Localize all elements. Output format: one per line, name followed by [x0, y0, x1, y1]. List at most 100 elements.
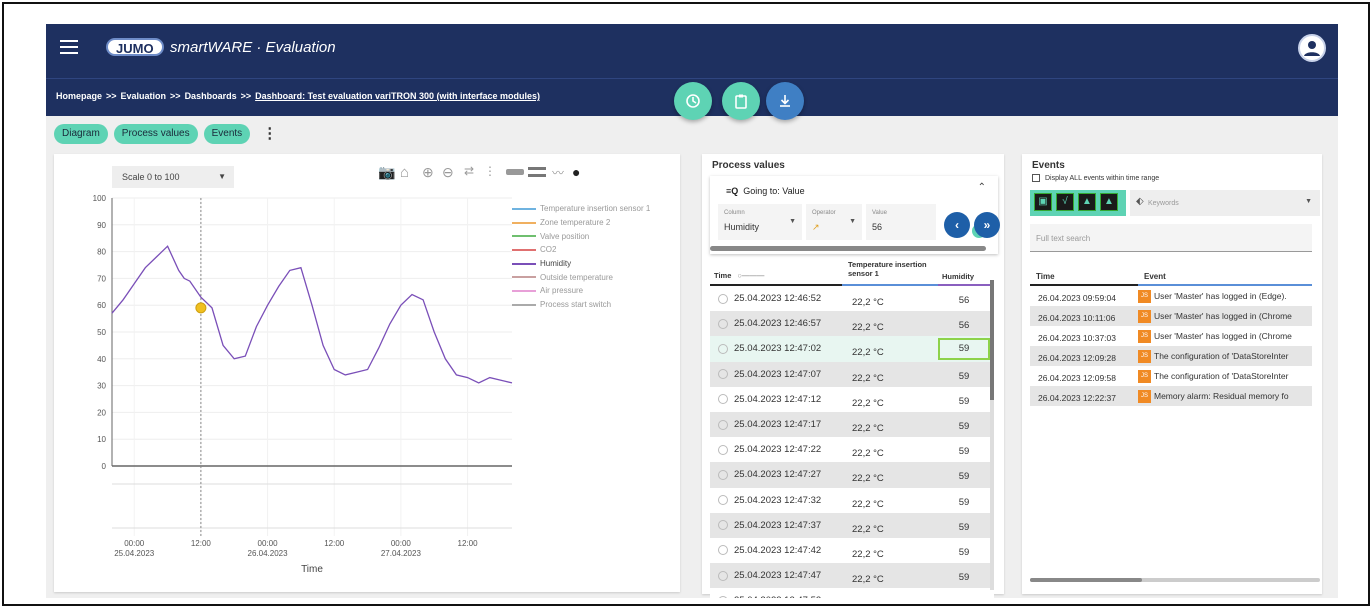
- scrollbar-thumb[interactable]: [1030, 578, 1142, 582]
- system-event-filter-icon[interactable]: ▣: [1034, 193, 1052, 211]
- legend-swatch: [512, 207, 536, 210]
- location-pin-icon[interactable]: [718, 545, 728, 556]
- tab-diagram[interactable]: Diagram: [54, 124, 108, 144]
- table-row[interactable]: 25.04.2023 12:47:27 22,2 °C 59: [710, 462, 994, 488]
- tab-events[interactable]: Events: [203, 124, 251, 144]
- table-body: 26.04.2023 09:59:04 JS User 'Master' has l…: [1030, 286, 1312, 406]
- cursor-marker[interactable]: [195, 302, 207, 314]
- previous-match-button[interactable]: ‹: [944, 212, 970, 238]
- tab-process-values[interactable]: Process values: [113, 124, 198, 144]
- legend-item[interactable]: Process start switch: [512, 298, 650, 312]
- row-humidity[interactable]: 59: [938, 367, 990, 382]
- row-humidity[interactable]: 59: [938, 442, 990, 457]
- operator-label: Operator: [812, 210, 836, 216]
- horizontal-scrollbar[interactable]: [710, 246, 986, 251]
- table-row[interactable]: 26.04.2023 12:09:58 JS The configuration o…: [1030, 366, 1312, 386]
- collapse-icon[interactable]: ⌃: [978, 182, 986, 193]
- row-time: 26.04.2023 09:59:04: [1038, 293, 1116, 303]
- location-pin-icon[interactable]: [718, 495, 728, 506]
- breadcrumb-homepage[interactable]: Homepage: [56, 91, 102, 101]
- legend-swatch: [512, 289, 536, 292]
- hamburger-menu-icon[interactable]: [60, 40, 78, 54]
- location-pin-icon[interactable]: [718, 293, 728, 304]
- table-row[interactable]: 25.04.2023 12:47:32 22,2 °C 59: [710, 487, 994, 513]
- value-field[interactable]: Value 56: [866, 204, 936, 240]
- table-row[interactable]: 26.04.2023 09:59:04 JS User 'Master' has l…: [1030, 286, 1312, 306]
- table-row[interactable]: 25.04.2023 12:47:17 22,2 °C 59: [710, 411, 994, 438]
- user-account-icon[interactable]: [1298, 34, 1326, 62]
- legend-item[interactable]: Zone temperature 2: [512, 216, 650, 230]
- column-header-time[interactable]: Time ○———: [710, 260, 842, 286]
- table-row[interactable]: 25.04.2023 12:47:42 22,2 °C 59: [710, 537, 994, 564]
- row-humidity[interactable]: 59: [938, 467, 990, 482]
- table-row[interactable]: 25.04.2023 12:47:52 22,2 °C59: [710, 588, 994, 598]
- location-pin-icon[interactable]: [718, 318, 728, 329]
- location-pin-icon[interactable]: [718, 570, 728, 581]
- row-humidity[interactable]: 59: [938, 392, 990, 407]
- horizontal-scrollbar[interactable]: [1030, 578, 1320, 582]
- display-all-label: Display ALL events within time range: [1045, 174, 1160, 182]
- row-humidity[interactable]: 59: [938, 543, 990, 558]
- legend-item[interactable]: Valve position: [512, 229, 650, 243]
- location-pin-icon[interactable]: [718, 520, 728, 531]
- column-header-humidity[interactable]: Humidity: [938, 260, 990, 286]
- breadcrumb-current-dashboard[interactable]: Dashboard: Test evaluation variTRON 300 …: [255, 91, 540, 101]
- event-type-icon: JS: [1138, 329, 1151, 343]
- table-row[interactable]: 26.04.2023 12:22:37 JS Memory alarm: Resid…: [1030, 386, 1312, 406]
- location-pin-icon[interactable]: [718, 595, 728, 598]
- table-row[interactable]: 26.04.2023 12:09:28 JS The configuration o…: [1030, 346, 1312, 366]
- next-match-button[interactable]: »: [974, 212, 1000, 238]
- row-humidity[interactable]: 59: [938, 493, 990, 508]
- breadcrumb-dashboards[interactable]: Dashboards: [185, 91, 237, 101]
- breadcrumb-evaluation[interactable]: Evaluation: [121, 91, 167, 101]
- table-row[interactable]: 25.04.2023 12:47:07 22,2 °C 59: [710, 361, 994, 387]
- location-pin-icon[interactable]: [718, 394, 728, 405]
- table-row[interactable]: 26.04.2023 10:11:06 JS User 'Master' has l…: [1030, 306, 1312, 326]
- legend-item[interactable]: Humidity: [512, 257, 650, 271]
- legend-item[interactable]: Air pressure: [512, 284, 650, 298]
- alarm-filter-icon[interactable]: ▲: [1100, 193, 1118, 211]
- event-log-filter-icon[interactable]: √: [1056, 193, 1074, 211]
- operator-select[interactable]: Operator ↗ ▼: [806, 204, 862, 240]
- legend-item[interactable]: CO2: [512, 243, 650, 257]
- vertical-scrollbar[interactable]: [990, 280, 994, 590]
- table-row[interactable]: 25.04.2023 12:47:02 22,2 °C 59: [710, 336, 994, 362]
- legend-item[interactable]: Outside temperature: [512, 270, 650, 284]
- location-pin-icon[interactable]: [718, 369, 728, 380]
- download-button[interactable]: [766, 82, 804, 120]
- row-humidity[interactable]: 59: [938, 518, 990, 533]
- location-pin-icon[interactable]: [718, 419, 728, 430]
- location-pin-icon[interactable]: [718, 343, 728, 354]
- row-humidity[interactable]: 59: [938, 568, 990, 583]
- legend-item[interactable]: Temperature insertion sensor 1: [512, 202, 650, 216]
- row-humidity[interactable]: 56: [938, 291, 990, 306]
- history-button[interactable]: [674, 82, 712, 120]
- location-pin-icon[interactable]: [718, 469, 728, 480]
- more-options-icon[interactable]: ⋮: [262, 124, 277, 144]
- table-row[interactable]: 25.04.2023 12:46:52 22,2 °C 56: [710, 286, 994, 312]
- row-humidity[interactable]: 59: [938, 337, 990, 360]
- full-text-search-input[interactable]: Full text search: [1030, 224, 1312, 252]
- clipboard-button[interactable]: [722, 82, 760, 120]
- table-row[interactable]: 26.04.2023 10:37:03 JS User 'Master' has l…: [1030, 326, 1312, 346]
- display-all-events-checkbox[interactable]: Display ALL events within time range: [1032, 174, 1159, 182]
- location-pin-icon[interactable]: [718, 444, 728, 455]
- row-event: JS User 'Master' has logged in (Chrome: [1138, 309, 1312, 323]
- warning-filter-icon[interactable]: ▲: [1078, 193, 1096, 211]
- column-header-event[interactable]: Event: [1138, 264, 1312, 286]
- table-row[interactable]: 25.04.2023 12:46:57 22,2 °C 56: [710, 311, 994, 337]
- row-humidity[interactable]: 59: [938, 417, 990, 432]
- row-humidity[interactable]: 59: [938, 593, 990, 598]
- row-humidity[interactable]: 56: [938, 316, 990, 331]
- column-header-time[interactable]: Time: [1030, 264, 1138, 286]
- table-row[interactable]: 25.04.2023 12:47:37 22,2 °C 59: [710, 512, 994, 538]
- keywords-select[interactable]: ⬖ Keywords ▼: [1130, 190, 1320, 216]
- table-row[interactable]: 25.04.2023 12:47:22 22,2 °C 59: [710, 437, 994, 463]
- table-row[interactable]: 25.04.2023 12:47:12 22,2 °C 59: [710, 386, 994, 412]
- checkbox[interactable]: [1032, 174, 1040, 182]
- row-event: JS The configuration of 'DataStoreInter: [1138, 349, 1312, 363]
- column-header-sensor[interactable]: Temperature insertion sensor 1: [842, 260, 938, 286]
- scrollbar-thumb[interactable]: [990, 280, 994, 400]
- column-select[interactable]: Column Humidity ▼: [718, 204, 802, 240]
- table-row[interactable]: 25.04.2023 12:47:47 22,2 °C 59: [710, 563, 994, 589]
